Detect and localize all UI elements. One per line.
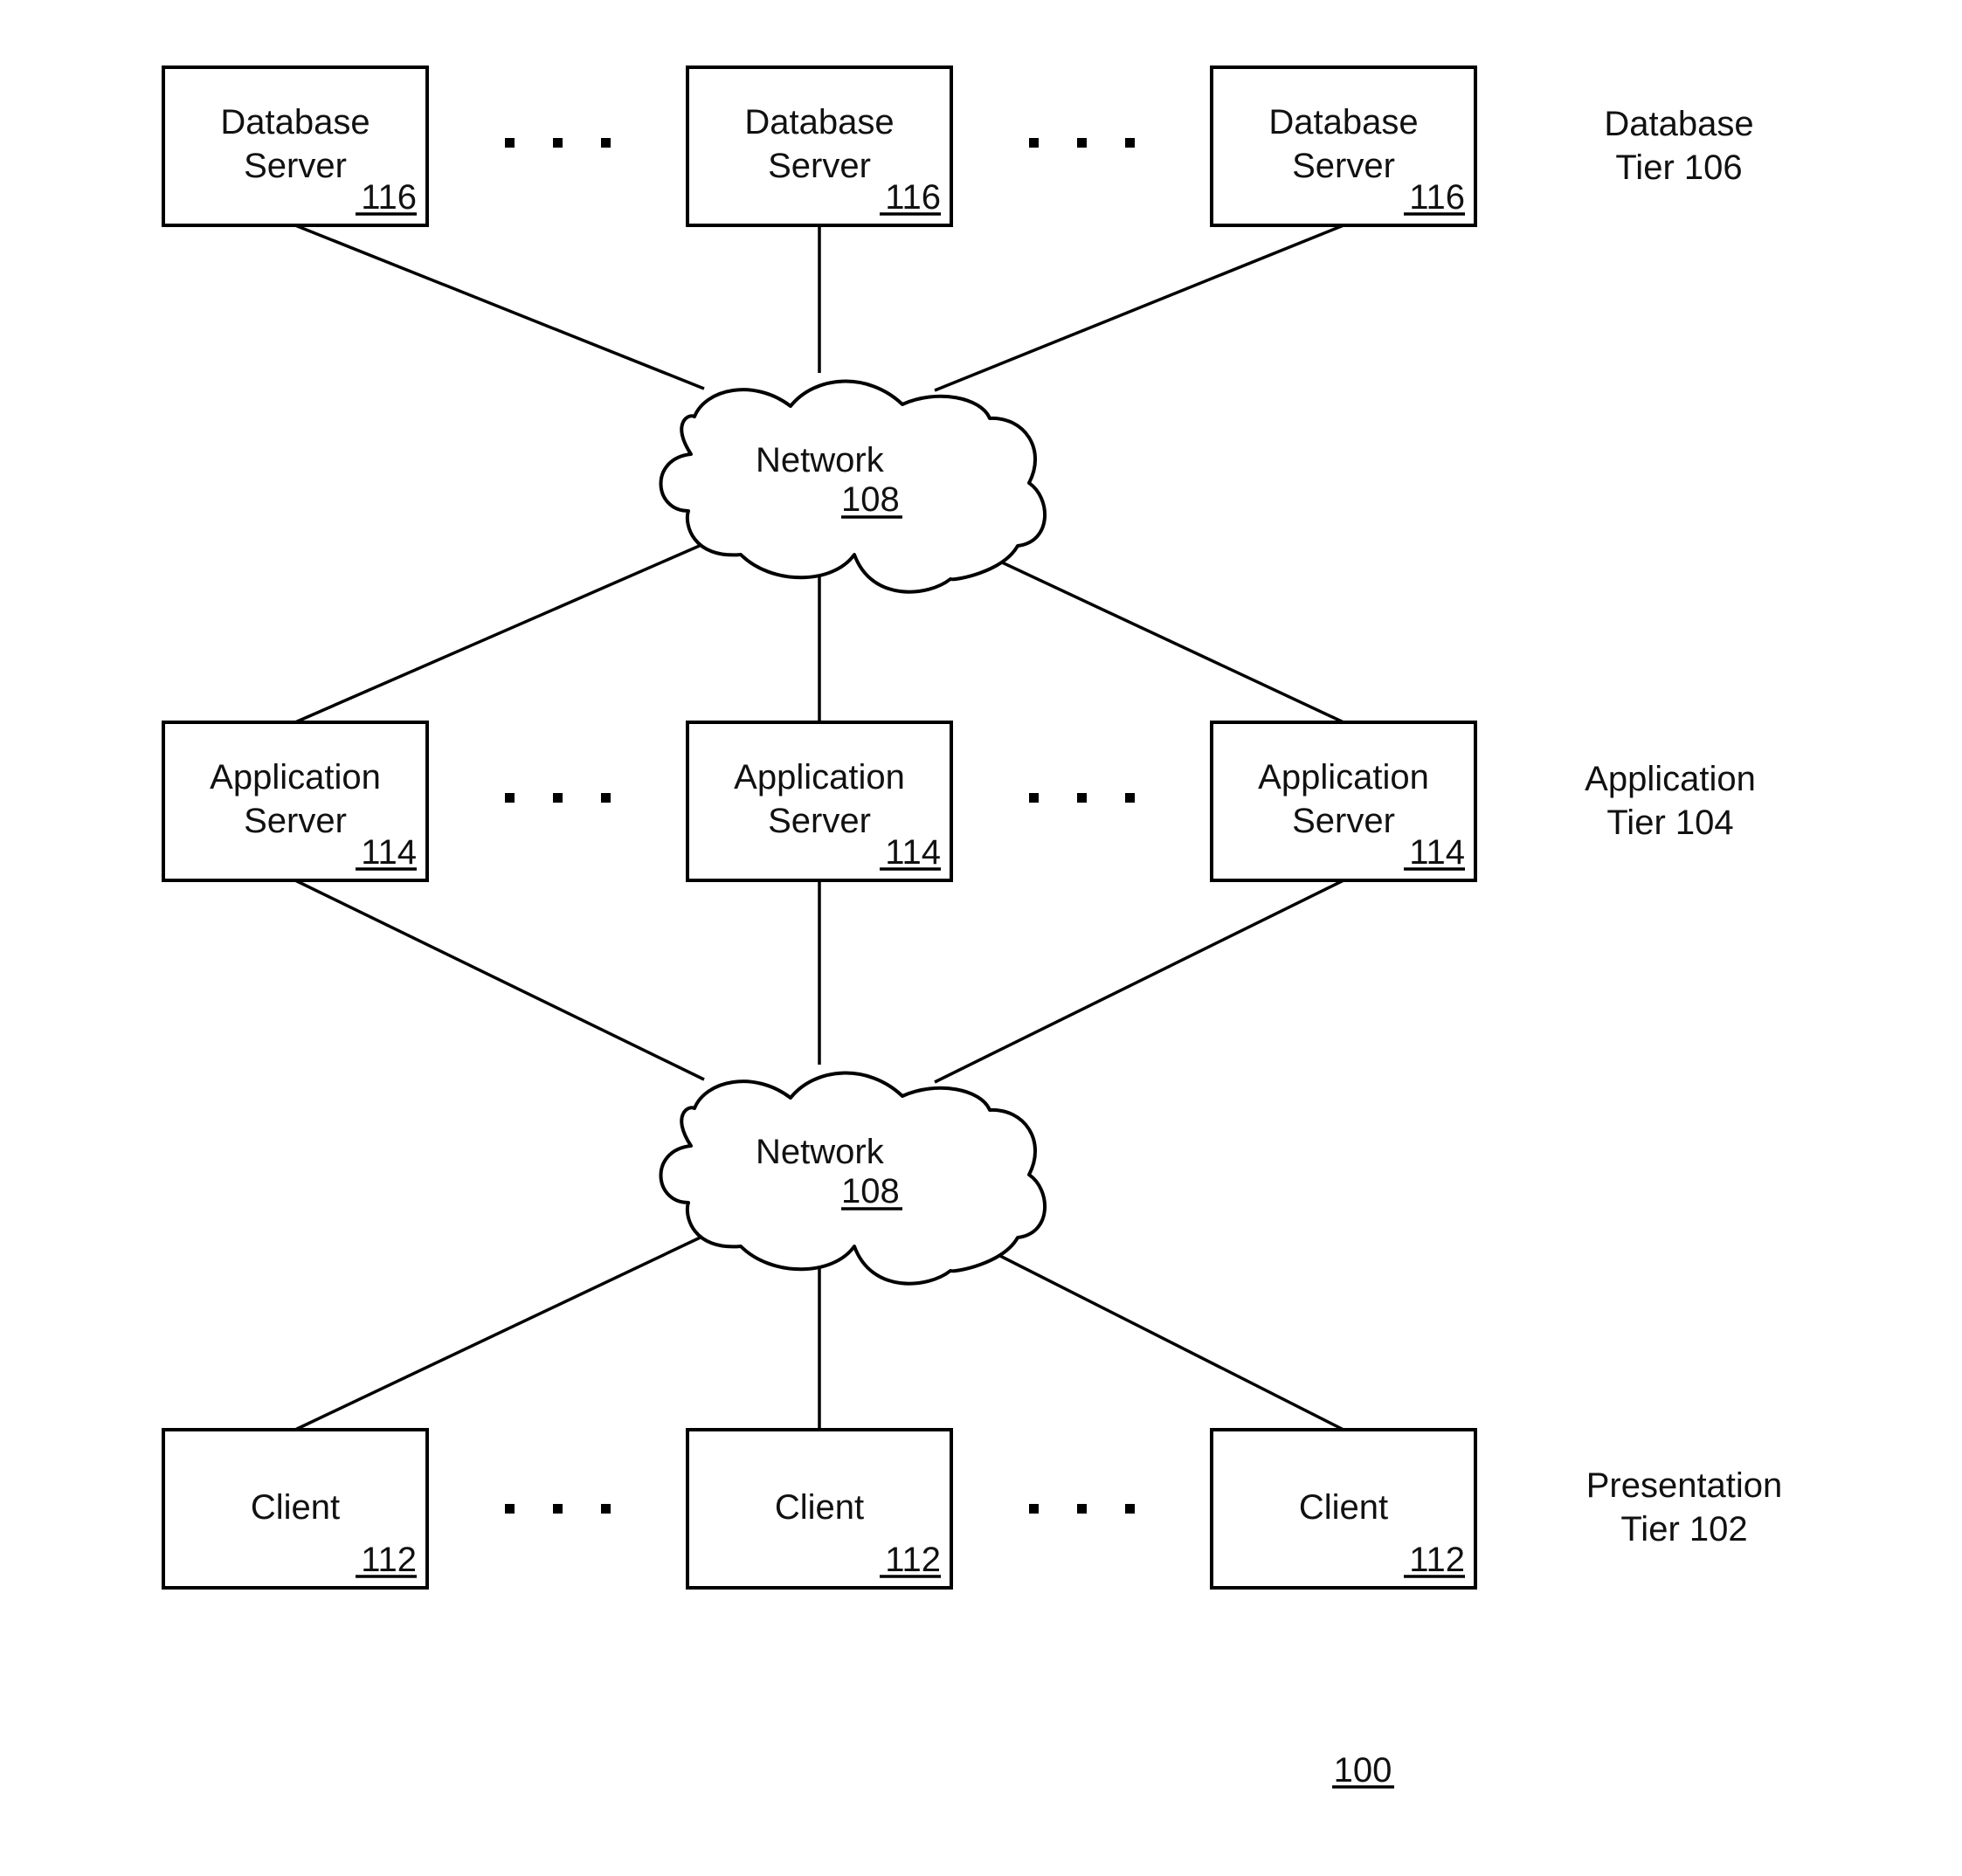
node-ref-number: 112 [1409,1541,1465,1579]
node-ref-number: 114 [361,833,417,872]
node-label-line1: Client [775,1488,864,1527]
link-network2-client1 [294,1231,710,1431]
ellipsis-dots [505,138,611,148]
ellipsis-dot [1125,138,1135,148]
ellipsis-dot [601,1504,611,1514]
node-ref-number: 114 [1409,833,1465,872]
node-label-line2: Server [768,802,871,840]
ellipsis-dot [1125,793,1135,803]
node-label-line1: Database [744,103,894,141]
link-db3-network1 [934,224,1344,392]
tier-label-line2: Tier 106 [1615,148,1742,187]
ellipsis-dot [1077,1504,1087,1514]
client-node: Client 112 [162,1428,429,1590]
tier-label-database: Database Tier 106 [1604,105,1753,187]
node-ref-number: 112 [885,1541,941,1579]
node-label-line2: Server [768,147,871,185]
ellipsis-dot [553,793,563,803]
node-label-line1: Client [251,1488,340,1527]
node-label-line2: Server [1292,147,1395,185]
network-label: Network [756,441,885,479]
node-label-line2: Server [244,802,347,840]
tier-label-application: Application Tier 104 [1585,760,1756,842]
application-tier-row: Application Server 114 Application Serve… [162,721,1756,882]
network-ref-number: 108 [841,480,900,519]
ellipsis-dot [1029,138,1039,148]
node-label-line1: Database [1268,103,1418,141]
client-node: Client 112 [1210,1428,1477,1590]
ellipsis-dots [1029,1504,1135,1514]
node-ref-number: 116 [885,178,941,217]
link-app1-network2 [294,879,705,1081]
node-label-line1: Database [220,103,370,141]
application-server-node: Application Server 114 [686,721,953,882]
three-tier-architecture-diagram: Network 108 Network 108 Database Server … [162,66,1783,1790]
node-ref-number: 112 [361,1541,417,1579]
ellipsis-dots [505,1504,611,1514]
ellipsis-dots [1029,138,1135,148]
node-label-line1: Application [1258,758,1429,797]
ellipsis-dot [553,138,563,148]
database-tier-row: Database Server 116 Database Server 116 … [162,66,1754,227]
figure-reference: 100 [1332,1751,1394,1790]
ellipsis-dot [1029,1504,1039,1514]
link-network1-app1 [294,540,710,724]
link-app3-network2 [934,879,1344,1084]
network-label: Network [756,1133,885,1171]
application-server-node: Application Server 114 [162,721,429,882]
ellipsis-dot [1125,1504,1135,1514]
db-network-links [294,224,1344,392]
node-ref-number: 116 [1409,178,1465,217]
tier-label-line2: Tier 102 [1620,1510,1747,1548]
presentation-tier-row: Client 112 Client 112 Client 112 Present… [162,1428,1783,1590]
ellipsis-dot [601,793,611,803]
network-cloud-upper: Network 108 [659,379,1047,594]
database-server-node: Database Server 116 [1210,66,1477,227]
ellipsis-dot [505,1504,515,1514]
network-ref-number: 108 [841,1172,900,1210]
node-label-line1: Client [1299,1488,1388,1527]
node-label-line1: Application [210,758,381,797]
client-node: Client 112 [686,1428,953,1590]
ellipsis-dot [505,793,515,803]
app-network2-links [294,879,1344,1084]
node-label-line2: Server [1292,802,1395,840]
tier-label-line1: Presentation [1586,1466,1783,1505]
link-db1-network1 [294,224,705,390]
ellipsis-dot [1077,138,1087,148]
ellipsis-dot [601,138,611,148]
tier-label-line1: Application [1585,760,1756,798]
ellipsis-dots [1029,793,1135,803]
tier-label-presentation: Presentation Tier 102 [1586,1466,1783,1548]
node-label-line2: Server [244,147,347,185]
ellipsis-dot [505,138,515,148]
tier-label-line1: Database [1604,105,1753,143]
application-server-node: Application Server 114 [1210,721,1477,882]
tier-label-line2: Tier 104 [1606,804,1733,842]
figure-reference-number: 100 [1334,1751,1392,1790]
network-cloud-lower: Network 108 [659,1071,1047,1286]
node-label-line1: Application [734,758,905,797]
ellipsis-dot [553,1504,563,1514]
node-ref-number: 114 [885,833,941,872]
ellipsis-dots [505,793,611,803]
node-ref-number: 116 [361,178,417,217]
database-server-node: Database Server 116 [686,66,953,227]
ellipsis-dot [1077,793,1087,803]
database-server-node: Database Server 116 [162,66,429,227]
ellipsis-dot [1029,793,1039,803]
